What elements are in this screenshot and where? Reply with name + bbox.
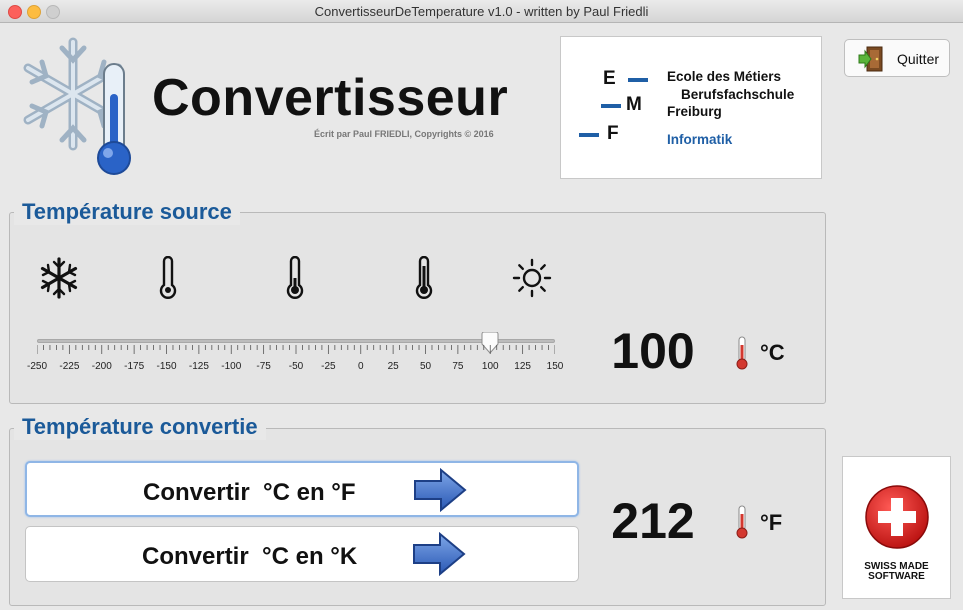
swiss-made-badge: SWISS MADE SOFTWARE	[842, 456, 951, 599]
app-title: Convertisseur	[152, 69, 509, 127]
slider-tick-label: -225	[59, 361, 80, 372]
convert-c-to-k-button[interactable]: Convertir °C en °K	[25, 526, 579, 582]
source-temperature-value: 100	[611, 323, 695, 379]
logo-letter-e: E	[603, 68, 616, 89]
slider-tick-label: -100	[221, 361, 242, 372]
source-group-title: Température source	[14, 199, 240, 225]
convert-c-to-k-label: Convertir °C en °K	[142, 543, 358, 570]
thermometer-empty-icon	[159, 256, 177, 299]
convert-c-to-f-label: Convertir °C en °F	[143, 479, 356, 506]
slider-tick-label: 50	[419, 361, 432, 372]
sun-icon	[512, 258, 552, 298]
quit-button[interactable]: Quitter	[844, 39, 950, 77]
slider-tick-label: -50	[288, 361, 304, 372]
right-arrow-icon	[413, 532, 466, 576]
convert-c-to-f-button[interactable]: Convertir °C en °F	[25, 461, 579, 517]
slider-tick-label: -175	[124, 361, 145, 372]
logo-letter-m: M	[626, 94, 642, 115]
snowflake-icon	[40, 257, 78, 299]
window-title: ConvertisseurDeTemperature v1.0 - writte…	[314, 4, 649, 19]
red-thermometer-icon	[736, 336, 748, 370]
thermometer-high-icon	[415, 256, 433, 299]
logo-dash	[628, 78, 648, 82]
software-text: SOFTWARE	[868, 571, 925, 582]
logo-text-line2: Berufsfachschule	[681, 87, 795, 102]
slider-tick-label: 75	[452, 361, 464, 372]
converted-group-title: Température convertie	[14, 414, 266, 440]
slider-tick-label: -25	[321, 361, 336, 372]
slider-tick-label: -75	[256, 361, 271, 372]
logo-letter-f: F	[607, 123, 619, 144]
source-unit-label: °C	[760, 340, 785, 365]
thermometer-low-icon	[286, 256, 304, 299]
slider-tick-label: -150	[156, 361, 177, 372]
slider-tick-label: -125	[188, 361, 209, 372]
slider-tick-label: 150	[546, 361, 564, 372]
exit-door-icon	[858, 46, 883, 72]
slider-tick-label: -200	[91, 361, 112, 372]
slider-ticks	[37, 345, 555, 354]
logo-text-line4: Informatik	[667, 132, 733, 147]
quit-button-label: Quitter	[897, 51, 940, 67]
logo-text-line1: Ecole des Métiers	[667, 69, 782, 84]
snowflake-thermometer-icon	[23, 37, 131, 175]
red-thermometer-icon	[736, 505, 748, 539]
copyright-text: Écrit par Paul FRIEDLI, Copyrights © 201…	[314, 129, 494, 139]
converted-unit-label: °F	[760, 510, 783, 535]
window-titlebar: ConvertisseurDeTemperature v1.0 - writte…	[0, 0, 963, 23]
slider-tick-label: 0	[357, 361, 364, 372]
school-logo: E M F Ecole des Métiers Berufsfachschule…	[560, 36, 822, 179]
slider-tick-label: 25	[387, 361, 399, 372]
right-arrow-icon	[414, 468, 467, 512]
swiss-cross-icon	[865, 485, 929, 549]
slider-tick-label: 125	[514, 361, 531, 372]
logo-text-line3: Freiburg	[667, 104, 722, 119]
slider-tick-label: 100	[481, 361, 499, 372]
logo-dash	[601, 104, 621, 108]
slider-tick-label: -250	[26, 361, 48, 372]
logo-dash	[579, 133, 599, 137]
temperature-slider-track[interactable]	[37, 339, 555, 343]
converted-temperature-value: 212	[611, 493, 695, 549]
